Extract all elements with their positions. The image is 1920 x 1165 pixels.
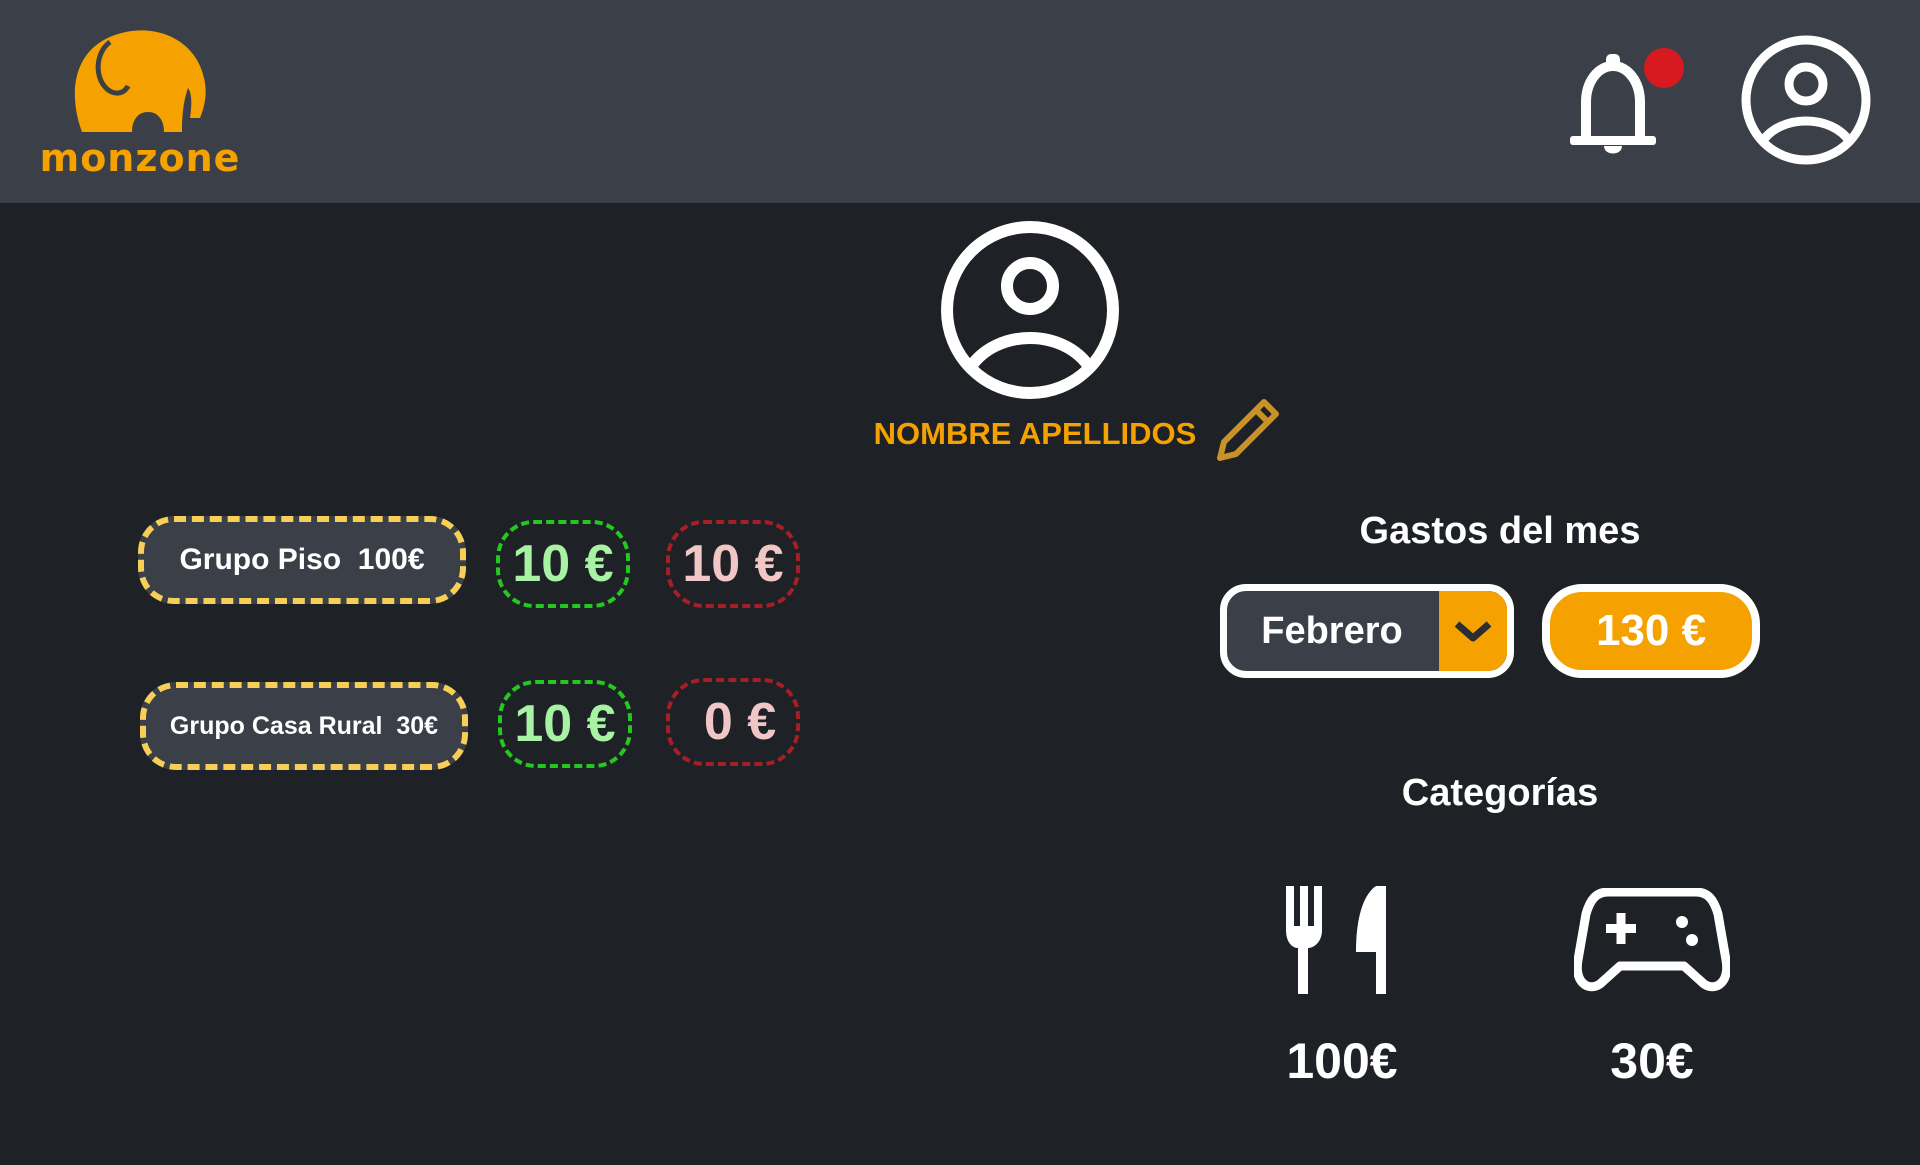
profile-name: NOMBRE APELLIDOS	[873, 416, 1197, 451]
selected-month: Febrero	[1261, 610, 1403, 652]
group-label: Grupo Piso 100€	[179, 543, 425, 576]
group-debt-badge: 10 €	[666, 520, 800, 608]
monthly-expenses-title: Gastos del mes	[1359, 510, 1641, 552]
group-debt-badge: 0 €	[666, 678, 800, 766]
elephant-icon	[74, 30, 206, 132]
notification-badge	[1644, 48, 1684, 88]
group-debt-amount: 10 €	[682, 535, 784, 593]
category-food-button[interactable]	[1284, 886, 1390, 996]
account-button[interactable]	[1740, 34, 1872, 166]
category-food-amount: 100€	[1286, 1033, 1398, 1089]
profile-avatar	[940, 220, 1120, 400]
category-games-amount: 30€	[1610, 1033, 1694, 1089]
fork-knife-icon	[1286, 886, 1386, 994]
month-dropdown-button[interactable]	[1439, 591, 1507, 671]
logo-text: monzone	[39, 136, 241, 180]
monzone-logo[interactable]: monzone	[30, 24, 250, 184]
group-label: Grupo Casa Rural 30€	[169, 711, 439, 740]
group-credit-amount: 10 €	[514, 695, 616, 753]
user-circle-icon	[1741, 35, 1871, 165]
categories-title: Categorías	[1401, 772, 1599, 814]
top-bar: monzone	[0, 0, 1920, 203]
category-games-button[interactable]	[1572, 887, 1732, 996]
group-credit-badge: 10 €	[496, 520, 630, 608]
group-credit-amount: 10 €	[512, 535, 614, 593]
group-debt-amount: 0 €	[703, 693, 777, 751]
month-select[interactable]: Febrero	[1220, 584, 1514, 678]
group-credit-badge: 10 €	[498, 680, 632, 768]
user-circle-icon	[941, 221, 1119, 399]
chevron-down-icon	[1454, 621, 1492, 642]
group-button[interactable]: Grupo Piso 100€	[138, 516, 466, 604]
group-button[interactable]: Grupo Casa Rural 30€	[140, 682, 468, 770]
monthly-total-badge: 130 €	[1542, 584, 1760, 678]
gamepad-icon	[1572, 887, 1732, 992]
edit-name-button[interactable]	[1212, 396, 1282, 464]
notifications-button[interactable]	[1568, 48, 1684, 163]
pencil-icon	[1217, 399, 1279, 461]
monthly-total: 130 €	[1595, 606, 1707, 655]
